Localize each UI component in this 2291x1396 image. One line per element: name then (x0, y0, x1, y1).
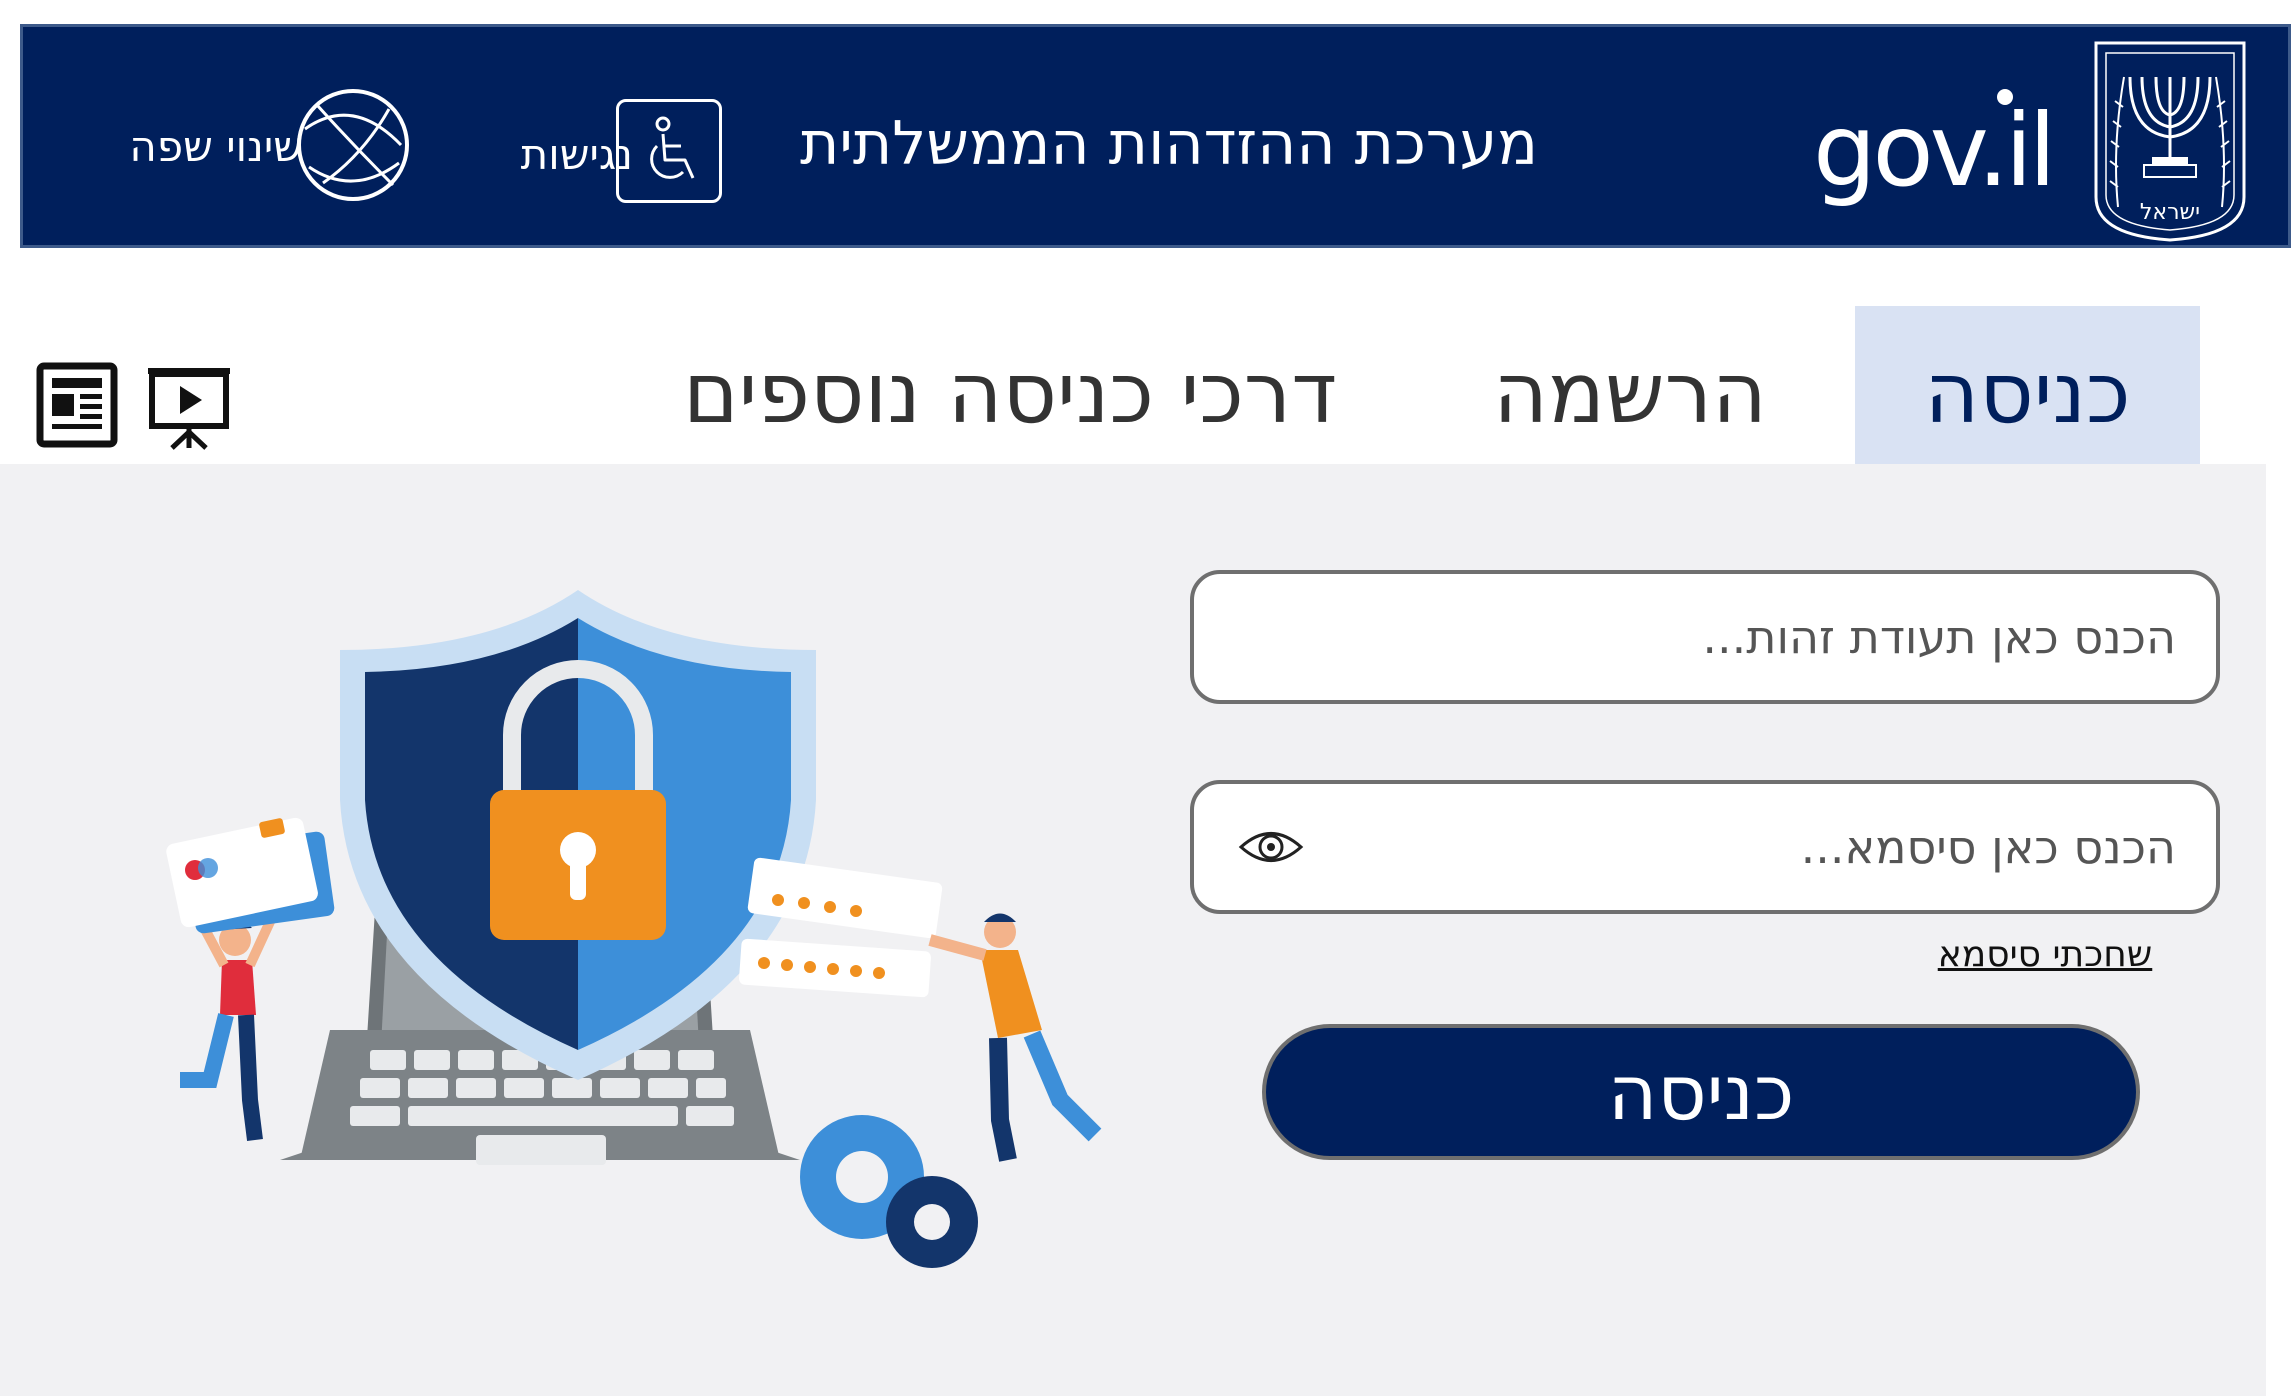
tab-other-login-methods[interactable]: דרכי כניסה נוספים (640, 306, 1380, 464)
emblem-text: ישראל (2140, 200, 2200, 225)
password-input[interactable] (1314, 784, 2176, 910)
emblem-icon: ישראל (2094, 41, 2246, 242)
forgot-password-link[interactable]: שחכתי סיסמא (1920, 930, 2170, 980)
id-input[interactable] (1314, 574, 2176, 700)
svg-text:gov.il: gov.il (1813, 92, 2052, 209)
security-illustration (166, 590, 1102, 1268)
id-field[interactable] (1190, 570, 2220, 704)
presentation-icon[interactable] (142, 362, 236, 452)
language-label[interactable]: שינוי שפה (63, 117, 303, 177)
tab-register[interactable]: הרשמה (1470, 306, 1790, 464)
eye-icon[interactable] (1238, 822, 1304, 872)
tab-login[interactable]: כניסה (1855, 306, 2200, 464)
accessibility-icon (650, 116, 695, 179)
password-field[interactable] (1190, 780, 2220, 914)
accessibility-label[interactable]: נגישות (473, 125, 633, 185)
site-header: ישראל gov.il מערכת ההזדהות הממשלתית נגיש… (20, 24, 2291, 248)
newspaper-icon[interactable] (36, 362, 118, 448)
govil-logo: gov.il (1813, 89, 2056, 209)
system-title: מערכת ההזדהות הממשלתית (800, 109, 1538, 179)
globe-icon[interactable] (293, 85, 413, 205)
login-button[interactable]: כניסה (1262, 1024, 2140, 1160)
